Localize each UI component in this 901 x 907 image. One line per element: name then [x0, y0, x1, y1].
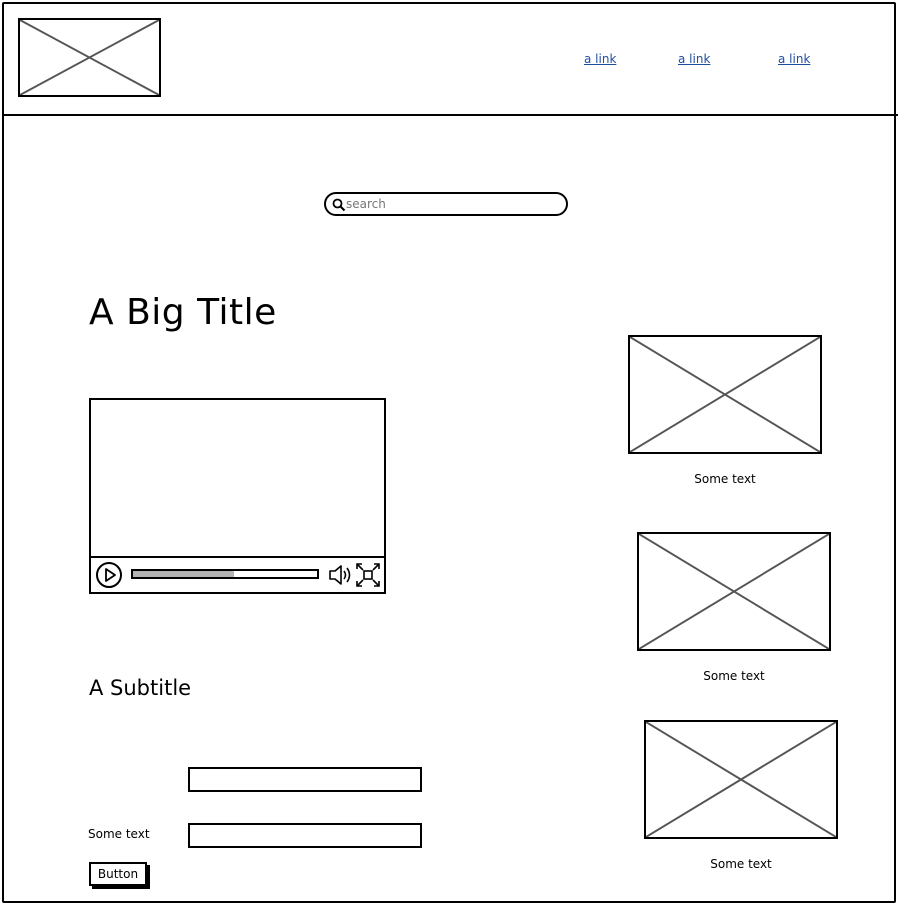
video-progress-fill [133, 571, 235, 577]
image-placeholder-icon [630, 337, 820, 452]
nav-link-2[interactable]: a link [678, 52, 710, 66]
nav-link-3[interactable]: a link [778, 52, 810, 66]
search-box [324, 192, 568, 216]
volume-icon[interactable] [327, 562, 353, 588]
image-placeholder-3 [644, 720, 838, 839]
image-placeholder-icon [646, 722, 836, 837]
image-placeholder-2 [637, 532, 831, 651]
text-field-2[interactable] [188, 823, 422, 848]
image-caption-1: Some text [694, 472, 756, 486]
text-field-1[interactable] [188, 767, 422, 792]
fullscreen-icon[interactable] [355, 562, 381, 588]
image-placeholder-icon [639, 534, 829, 649]
video-controls [91, 556, 384, 592]
page-title: A Big Title [89, 292, 277, 333]
form-label: Some text [88, 827, 150, 841]
submit-button[interactable]: Button [89, 862, 147, 886]
header: a link a link a link [2, 2, 898, 116]
image-caption-2: Some text [703, 669, 765, 683]
subtitle: A Subtitle [89, 676, 192, 700]
nav-link-1[interactable]: a link [584, 52, 616, 66]
video-player[interactable] [89, 398, 386, 594]
logo-image-placeholder [18, 18, 161, 97]
image-placeholder-icon [20, 20, 159, 95]
search-icon [332, 198, 346, 212]
search-input[interactable] [346, 195, 556, 213]
image-placeholder-1 [628, 335, 822, 454]
image-caption-3: Some text [710, 857, 772, 871]
video-progress-bar[interactable] [131, 569, 319, 579]
play-icon[interactable] [95, 561, 123, 589]
